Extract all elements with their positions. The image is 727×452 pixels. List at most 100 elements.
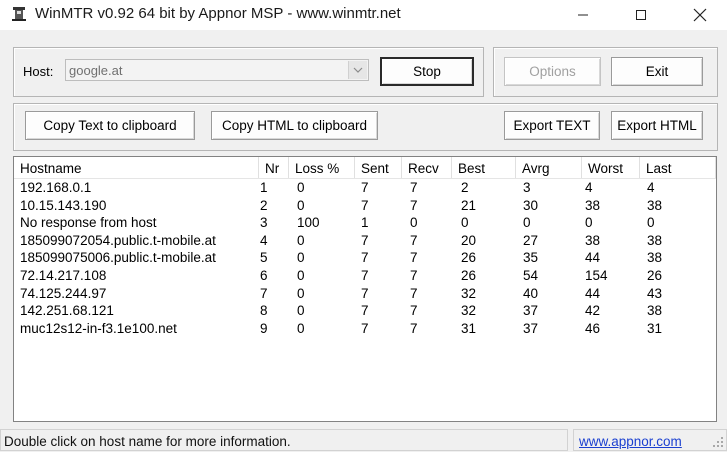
status-link-pane: www.appnor.com [573,429,727,451]
cell-sent: 7 [361,232,369,248]
cell-nr: 5 [260,250,268,266]
cell-hostname: 185099075006.public.t-mobile.at [20,250,216,266]
close-button[interactable] [677,0,723,30]
cell-last: 31 [647,320,663,336]
cell-recv: 7 [410,232,418,248]
cell-best: 31 [461,320,477,336]
appnor-link[interactable]: www.appnor.com [579,434,682,449]
table-row[interactable]: No response from host 3 100 1 0 0 0 0 0 [14,214,716,232]
title-bar[interactable]: WinMTR v0.92 64 bit by Appnor MSP - www.… [0,0,727,30]
status-bar: Double click on host name for more infor… [0,428,727,452]
cell-sent: 1 [361,215,369,231]
column-header-loss[interactable]: Loss % [289,157,355,178]
cell-worst: 154 [585,268,608,283]
cell-best: 2 [461,180,469,195]
cell-worst: 38 [585,197,601,213]
cell-sent: 7 [361,268,369,283]
cell-recv: 7 [410,268,418,283]
table-row[interactable]: 10.15.143.190 2 0 7 7 21 30 38 38 [14,197,716,215]
cell-nr: 1 [260,180,268,195]
table-row[interactable]: 72.14.217.108 6 0 7 7 26 54 154 26 [14,267,716,285]
cell-sent: 7 [361,285,369,301]
cell-worst: 42 [585,303,601,319]
cell-loss: 0 [297,232,305,248]
maximize-icon [636,10,646,20]
cell-avrg: 54 [523,268,539,283]
cell-avrg: 27 [523,232,539,248]
table-row[interactable]: 192.168.0.1 1 0 7 7 2 3 4 4 [14,179,716,197]
cell-loss: 0 [297,180,305,195]
table-row[interactable]: muc12s12-in-f3.1e100.net 9 0 7 7 31 37 46 31 [14,320,716,338]
cell-recv: 7 [410,303,418,319]
cell-nr: 7 [260,285,268,301]
copy-text-button[interactable]: Copy Text to clipboard [25,111,195,140]
column-header-nr[interactable]: Nr [259,157,289,178]
cell-worst: 46 [585,320,601,336]
cell-loss: 0 [297,285,305,301]
cell-avrg: 37 [523,303,539,319]
host-value[interactable]: google.at [69,63,123,78]
table-row[interactable]: 142.251.68.121 8 0 7 7 32 37 42 38 [14,302,716,320]
cell-best: 32 [461,285,477,301]
column-header-sent[interactable]: Sent [355,157,402,178]
column-header-hostname[interactable]: Hostname [14,157,259,178]
cell-loss: 0 [297,303,305,319]
copy-html-button[interactable]: Copy HTML to clipboard [211,111,378,140]
cell-best: 20 [461,232,477,248]
cell-hostname: muc12s12-in-f3.1e100.net [20,320,177,336]
cell-recv: 0 [410,215,418,231]
cell-recv: 7 [410,197,418,213]
cell-worst: 44 [585,250,601,266]
cell-best: 32 [461,303,477,319]
column-header-best[interactable]: Best [452,157,516,178]
host-dropdown-button[interactable] [348,61,367,79]
cell-recv: 7 [410,285,418,301]
cell-nr: 2 [260,197,268,213]
cell-avrg: 0 [523,215,531,231]
column-header-worst[interactable]: Worst [582,157,640,178]
cell-avrg: 30 [523,197,539,213]
options-button[interactable]: Options [504,57,601,86]
cell-best: 0 [461,215,469,231]
cell-sent: 7 [361,180,369,195]
cell-nr: 9 [260,320,268,336]
resize-grip-icon[interactable] [712,436,724,448]
stop-button[interactable]: Stop [380,57,474,86]
column-header-last[interactable]: Last [640,157,716,178]
close-icon [693,8,707,22]
table-row[interactable]: 185099075006.public.t-mobile.at 5 0 7 7 26 35 4… [14,249,716,267]
cell-loss: 100 [297,215,320,231]
cell-sent: 7 [361,197,369,213]
cell-worst: 0 [585,215,593,231]
cell-last: 38 [647,197,663,213]
maximize-button[interactable] [618,0,664,30]
cell-avrg: 40 [523,285,539,301]
cell-sent: 7 [361,303,369,319]
cell-last: 38 [647,303,663,319]
cell-hostname: 10.15.143.190 [20,197,107,213]
exit-button[interactable]: Exit [611,57,703,86]
host-label: Host: [23,64,54,79]
export-html-button[interactable]: Export HTML [611,111,703,140]
table-header: Hostname Nr Loss % Sent Recv Best Avrg W… [14,157,716,179]
cell-last: 4 [647,180,655,195]
cell-hostname: No response from host [20,215,157,231]
column-header-avrg[interactable]: Avrg [516,157,582,178]
results-table[interactable]: Hostname Nr Loss % Sent Recv Best Avrg W… [13,156,717,422]
host-combobox[interactable]: google.at [65,59,369,81]
cell-loss: 0 [297,268,305,283]
status-message-pane: Double click on host name for more infor… [0,429,568,451]
cell-hostname: 142.251.68.121 [20,303,114,319]
minimize-button[interactable] [560,0,606,30]
table-row[interactable]: 74.125.244.97 7 0 7 7 32 40 44 43 [14,285,716,303]
cell-last: 38 [647,250,663,266]
table-row[interactable]: 185099072054.public.t-mobile.at 4 0 7 7 20 27 3… [14,232,716,250]
column-header-recv[interactable]: Recv [402,157,452,178]
cell-avrg: 3 [523,180,531,195]
export-text-button[interactable]: Export TEXT [504,111,600,140]
cell-nr: 8 [260,303,268,319]
cell-hostname: 185099072054.public.t-mobile.at [20,232,216,248]
cell-worst: 4 [585,180,593,195]
chevron-down-icon [353,67,363,73]
cell-sent: 7 [361,250,369,266]
